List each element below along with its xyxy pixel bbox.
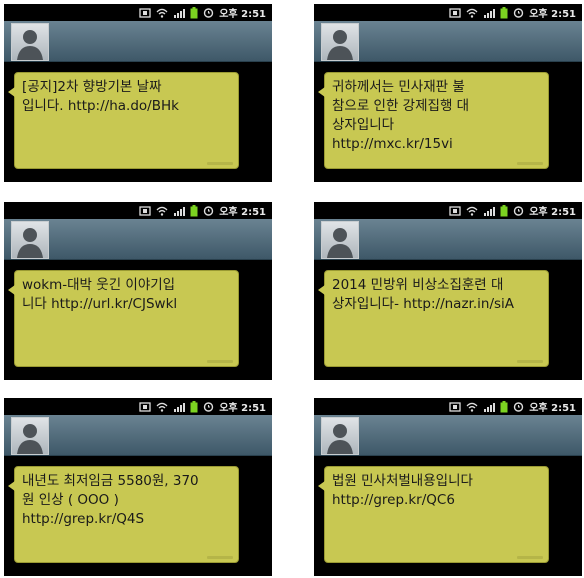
status-time: 오후 2:51 (219, 403, 266, 414)
conversation-header (314, 415, 582, 456)
wifi-icon (156, 206, 168, 216)
status-bar: 오후 2:51 (314, 398, 582, 415)
screenshot-icon (449, 205, 461, 216)
status-time: 오후 2:51 (219, 9, 266, 20)
sms-screen-4: 오후 2:51 2014 민방위 비상소집훈련 대 상자입니다- http://… (314, 202, 582, 380)
contact-avatar-icon[interactable] (321, 417, 359, 455)
contact-avatar-icon[interactable] (11, 417, 49, 455)
status-time: 오후 2:51 (529, 403, 576, 414)
alarm-icon (203, 7, 214, 18)
sms-screen-6: 오후 2:51 법원 민사처벌내용입니다 http://grep.kr/QC6 (314, 398, 582, 576)
status-bar: 오후 2:51 (4, 398, 272, 415)
message-timestamp (517, 556, 543, 559)
alarm-icon (513, 205, 524, 216)
signal-icon (173, 206, 186, 216)
conversation-header (4, 219, 272, 260)
contact-avatar-icon[interactable] (321, 23, 359, 61)
message-bubble[interactable]: 법원 민사처벌내용입니다 http://grep.kr/QC6 (318, 466, 549, 563)
signal-icon (483, 402, 496, 412)
wifi-icon (466, 402, 478, 412)
sms-screen-3: 오후 2:51 wokm-대박 웃긴 이야기입 니다 http://url.kr… (4, 202, 272, 380)
status-time: 오후 2:51 (529, 9, 576, 20)
status-bar: 오후 2:51 (314, 4, 582, 21)
signal-icon (173, 8, 186, 18)
contact-avatar-icon[interactable] (11, 23, 49, 61)
sms-screen-1: 오후 2:51 [공지]2차 향방기본 날짜 입니다. http://ha.do… (4, 4, 272, 182)
signal-icon (483, 8, 496, 18)
screenshot-icon (449, 7, 461, 18)
message-timestamp (207, 162, 233, 165)
message-bubble[interactable]: wokm-대박 웃긴 이야기입 니다 http://url.kr/CJSwkl (8, 270, 239, 367)
conversation-header (4, 415, 272, 456)
status-bar: 오후 2:51 (4, 4, 272, 21)
wifi-icon (466, 206, 478, 216)
screenshot-icon (449, 401, 461, 412)
wifi-icon (466, 8, 478, 18)
screenshot-icon (139, 205, 151, 216)
contact-avatar-icon[interactable] (11, 221, 49, 259)
battery-icon (190, 6, 198, 19)
wifi-icon (156, 8, 168, 18)
contact-avatar-icon[interactable] (321, 221, 359, 259)
status-time: 오후 2:51 (529, 207, 576, 218)
battery-icon (500, 6, 508, 19)
alarm-icon (513, 7, 524, 18)
sms-screen-2: 오후 2:51 귀하께서는 민사재판 불 참으로 인한 강제집행 대 상자입니다… (314, 4, 582, 182)
status-bar: 오후 2:51 (4, 202, 272, 219)
status-time: 오후 2:51 (219, 207, 266, 218)
sms-screen-5: 오후 2:51 내년도 최저임금 5580원, 370 원 인상 ( OOO )… (4, 398, 272, 576)
conversation-header (314, 21, 582, 62)
alarm-icon (513, 401, 524, 412)
message-bubble[interactable]: 2014 민방위 비상소집훈련 대 상자입니다- http://nazr.in/… (318, 270, 549, 367)
battery-icon (190, 204, 198, 217)
battery-icon (500, 204, 508, 217)
message-timestamp (207, 556, 233, 559)
message-bubble[interactable]: 귀하께서는 민사재판 불 참으로 인한 강제집행 대 상자입니다 http://… (318, 72, 549, 169)
conversation-header (314, 219, 582, 260)
status-bar: 오후 2:51 (314, 202, 582, 219)
message-timestamp (207, 360, 233, 363)
conversation-header (4, 21, 272, 62)
message-bubble[interactable]: [공지]2차 향방기본 날짜 입니다. http://ha.do/BHk (8, 72, 239, 169)
wifi-icon (156, 402, 168, 412)
message-timestamp (517, 162, 543, 165)
signal-icon (173, 402, 186, 412)
battery-icon (500, 400, 508, 413)
battery-icon (190, 400, 198, 413)
screenshot-icon (139, 7, 151, 18)
alarm-icon (203, 401, 214, 412)
message-bubble[interactable]: 내년도 최저임금 5580원, 370 원 인상 ( OOO ) http://… (8, 466, 239, 563)
message-timestamp (517, 360, 543, 363)
screenshot-icon (139, 401, 151, 412)
alarm-icon (203, 205, 214, 216)
signal-icon (483, 206, 496, 216)
